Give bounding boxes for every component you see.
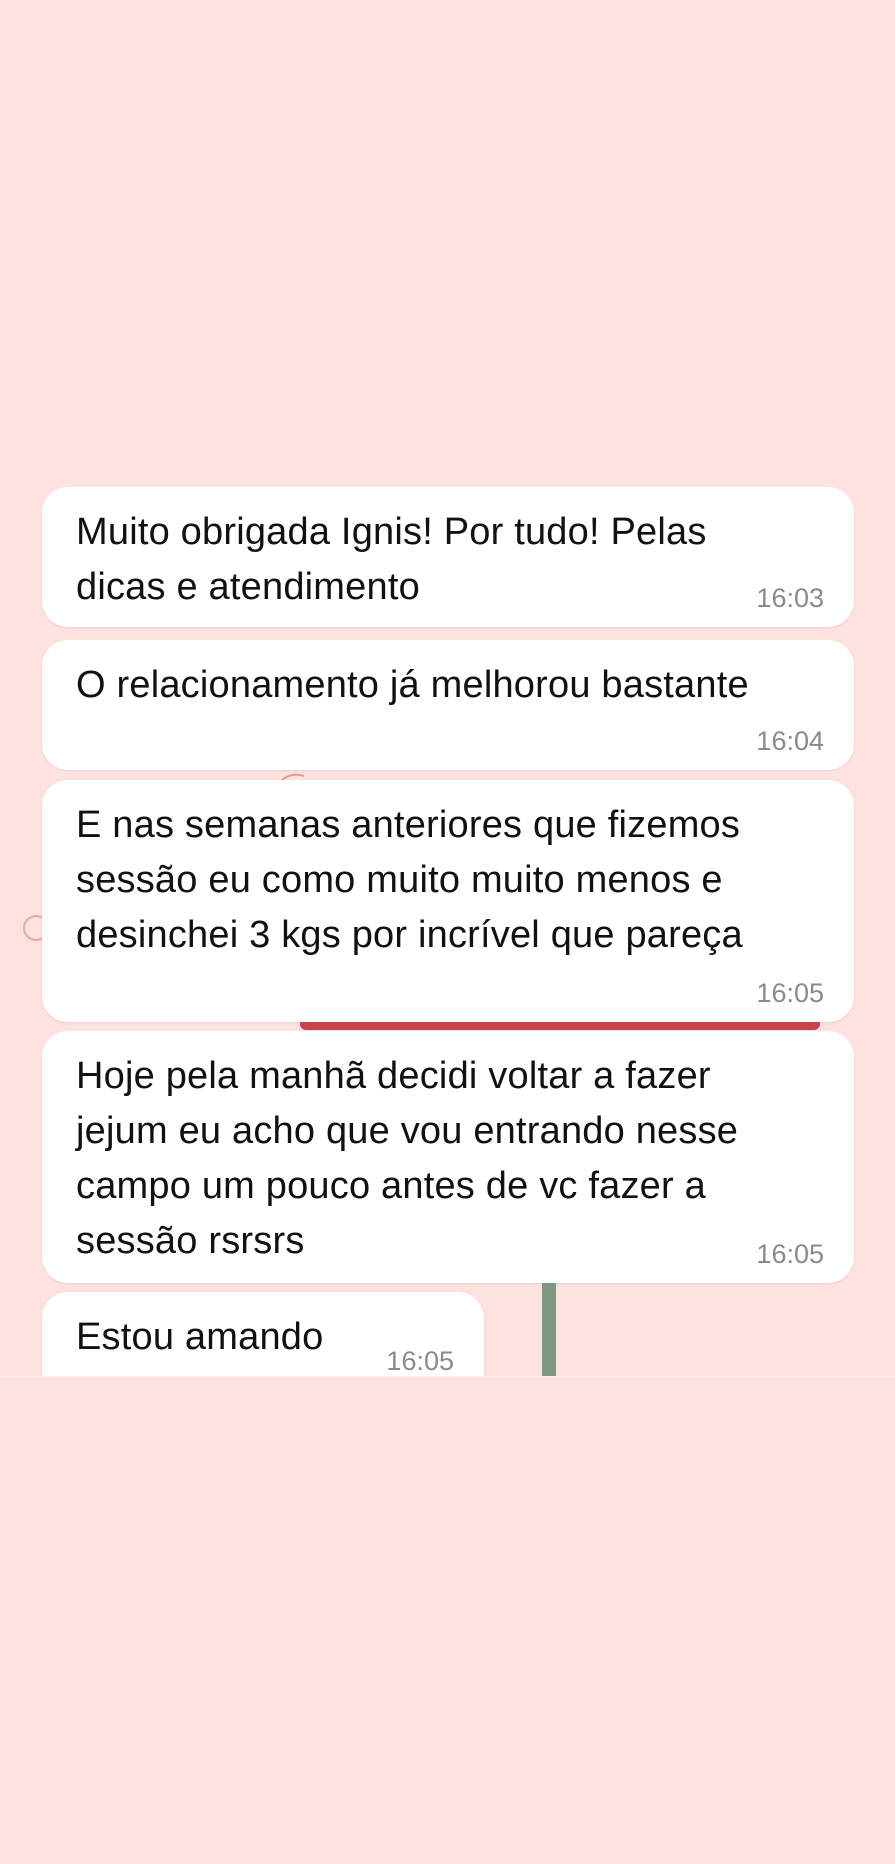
message-text: O relacionamento já melhorou bastante — [76, 664, 749, 706]
message-timestamp: 16:04 — [756, 726, 824, 756]
message-timestamp: 16:05 — [386, 1346, 454, 1376]
message-text: Muito obrigada Ignis! Por tudo! Pelas di… — [76, 511, 707, 608]
message-timestamp: 16:05 — [756, 1239, 824, 1269]
message-bubble[interactable]: Estou amando 16:05 — [42, 1292, 484, 1378]
wallpaper-stem — [542, 1282, 556, 1378]
empty-background — [0, 1378, 895, 1864]
message-bubble[interactable]: E nas semanas anteriores que fizemos ses… — [42, 780, 854, 1022]
message-timestamp: 16:05 — [756, 978, 824, 1008]
message-bubble[interactable]: Muito obrigada Ignis! Por tudo! Pelas di… — [42, 487, 854, 627]
message-text: E nas semanas anteriores que fizemos ses… — [76, 804, 743, 956]
chat-conversation: Muito obrigada Ignis! Por tudo! Pelas di… — [0, 0, 895, 1378]
message-timestamp: 16:03 — [756, 583, 824, 613]
message-bubble[interactable]: O relacionamento já melhorou bastante 16… — [42, 640, 854, 770]
message-text: Hoje pela manhã decidi voltar a fazer je… — [76, 1055, 739, 1262]
message-bubble[interactable]: Hoje pela manhã decidi voltar a fazer je… — [42, 1031, 854, 1283]
